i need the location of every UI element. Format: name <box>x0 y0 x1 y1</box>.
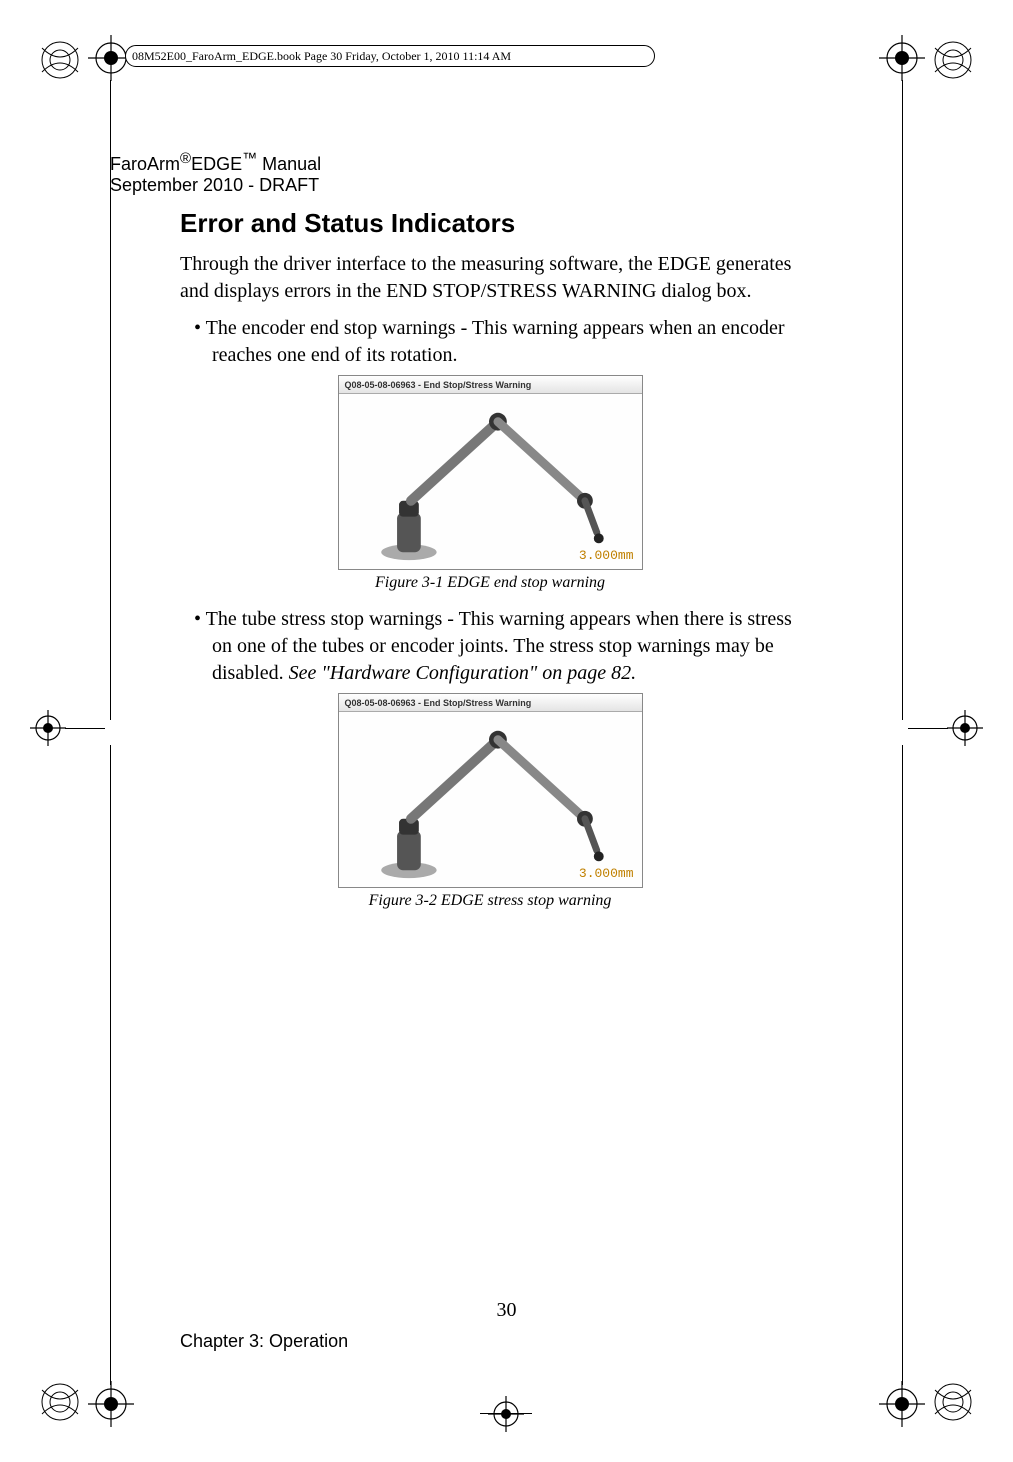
crop-mark-br <box>931 1380 975 1424</box>
dialog-titlebar: Q08-05-08-06963 - End Stop/Stress Warnin… <box>339 694 642 712</box>
trim-rule <box>902 745 903 1385</box>
manual-title: FaroArm®EDGE™ Manual <box>110 150 800 175</box>
manual-title-text: Manual <box>257 154 321 174</box>
bullet-tube-stress-stop: The tube stress stop warnings - This war… <box>180 606 800 687</box>
trim-rule <box>902 80 903 720</box>
page-content: FaroArm®EDGE™ Manual September 2010 - DR… <box>110 150 800 924</box>
registration-mark-icon <box>947 710 983 746</box>
body-text-smallcaps: ND STOP/STRESS WARNING <box>398 280 656 302</box>
trim-rule <box>908 728 948 729</box>
figure-2: Q08-05-08-06963 - End Stop/Stress Warnin… <box>180 693 800 910</box>
figure-1: Q08-05-08-06963 - End Stop/Stress Warnin… <box>180 375 800 592</box>
print-header-text: 08M52E00_FaroArm_EDGE.book Page 30 Frida… <box>132 49 511 64</box>
page-number: 30 <box>0 1299 1013 1322</box>
manual-date: September 2010 - DRAFT <box>110 175 800 196</box>
crop-mark-bl <box>38 1380 82 1424</box>
body-text: dialog box. <box>656 280 751 302</box>
manual-title-text: FaroArm <box>110 154 180 174</box>
bullet-text-italic-ref: See "Hardware Configuration" on page 82. <box>289 662 637 684</box>
registration-mark-icon <box>88 1381 134 1427</box>
bullet-encoder-end-stop: The encoder end stop warnings - This war… <box>180 315 800 369</box>
figure-2-dialog: Q08-05-08-06963 - End Stop/Stress Warnin… <box>338 693 643 888</box>
manual-title-text: EDGE <box>191 154 242 174</box>
crop-mark-tl <box>38 38 82 82</box>
trim-rule <box>480 1413 532 1414</box>
chapter-footer: Chapter 3: Operation <box>180 1331 348 1352</box>
figure-2-image: 3.000mm <box>339 712 642 887</box>
registration-mark-icon <box>30 710 66 746</box>
figure-1-caption: Figure 3-1 EDGE end stop warning <box>375 574 605 592</box>
body-paragraph: Through the driver interface to the meas… <box>180 251 800 305</box>
registration-mark-icon <box>879 1381 925 1427</box>
figure-1-dialog: Q08-05-08-06963 - End Stop/Stress Warnin… <box>338 375 643 570</box>
trim-rule <box>65 728 105 729</box>
trademark-symbol: ™ <box>242 150 257 167</box>
bullet-text: The encoder end stop warnings - This war… <box>206 317 785 366</box>
print-header-bar: 08M52E00_FaroArm_EDGE.book Page 30 Frida… <box>125 45 655 67</box>
registration-mark-icon <box>879 35 925 81</box>
figure-1-image: 3.000mm <box>339 394 642 569</box>
crop-mark-tr <box>931 38 975 82</box>
registration-mark-icon <box>488 1396 524 1432</box>
figure-2-readout: 3.000mm <box>579 866 634 881</box>
figure-2-caption: Figure 3-2 EDGE stress stop warning <box>369 892 612 910</box>
dialog-titlebar: Q08-05-08-06963 - End Stop/Stress Warnin… <box>339 376 642 394</box>
section-heading: Error and Status Indicators <box>180 208 800 239</box>
figure-1-readout: 3.000mm <box>579 548 634 563</box>
registered-symbol: ® <box>180 150 191 167</box>
